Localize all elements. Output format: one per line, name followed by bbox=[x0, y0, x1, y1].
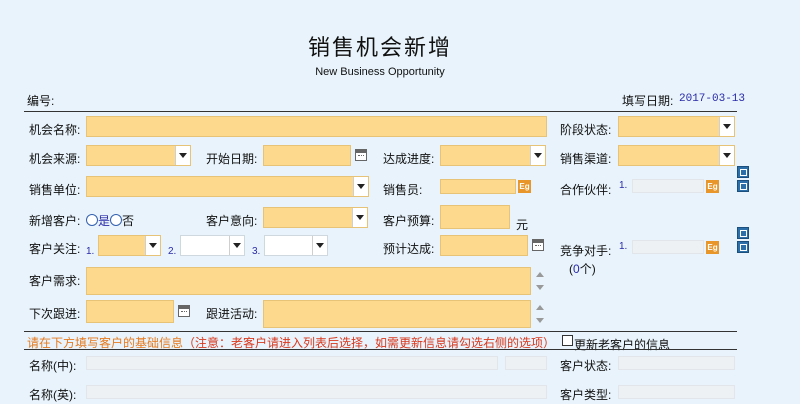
radio-yes[interactable] bbox=[86, 214, 98, 226]
budget-input[interactable] bbox=[440, 205, 510, 229]
next-follow-label: 下次跟进: bbox=[29, 307, 81, 321]
add-icon[interactable] bbox=[737, 180, 749, 192]
popup-icon[interactable] bbox=[737, 166, 749, 178]
competitor-label: 竞争对手: bbox=[560, 244, 612, 258]
chevron-down-icon bbox=[719, 146, 734, 165]
budget-label: 客户预算: bbox=[383, 214, 435, 228]
competitor-count: (0个) bbox=[569, 260, 596, 277]
channel-label: 销售渠道: bbox=[560, 152, 612, 166]
name-en-label: 名称(英): bbox=[29, 388, 77, 402]
scroll-up-icon[interactable] bbox=[535, 269, 545, 279]
new-customer-options: 是否 bbox=[86, 212, 134, 229]
customer-status-input[interactable] bbox=[618, 356, 735, 370]
page-title: 销售机会新增 bbox=[307, 35, 452, 60]
header-divider bbox=[24, 111, 737, 112]
focus-index-2: 2. bbox=[168, 246, 177, 257]
name-cn-extra-input[interactable] bbox=[505, 356, 547, 370]
name-cn-label: 名称(中): bbox=[29, 359, 77, 373]
follow-activity-textarea[interactable] bbox=[263, 300, 531, 328]
radio-no-label: 否 bbox=[122, 214, 135, 228]
scroll-up-icon[interactable] bbox=[535, 302, 545, 312]
customer-type-label: 客户类型: bbox=[560, 388, 612, 402]
follow-activity-label: 跟进活动: bbox=[206, 307, 258, 321]
sales-unit-select[interactable] bbox=[86, 176, 369, 197]
opp-name-input[interactable] bbox=[86, 116, 547, 137]
start-date-input[interactable] bbox=[263, 145, 351, 166]
opp-name-label: 机会名称: bbox=[29, 123, 81, 137]
chevron-down-icon bbox=[229, 236, 244, 255]
popup-icon[interactable] bbox=[737, 227, 749, 239]
radio-yes-label: 是 bbox=[98, 214, 111, 228]
competitor-input[interactable] bbox=[632, 240, 704, 254]
radio-no[interactable] bbox=[110, 214, 123, 226]
notice-main: 请在下方填写客户的基础信息 bbox=[27, 336, 184, 350]
need-label: 客户需求: bbox=[29, 274, 81, 288]
budget-unit: 元 bbox=[516, 218, 529, 232]
page-subtitle: New Business Opportunity bbox=[315, 66, 445, 78]
section-divider bbox=[24, 349, 737, 350]
update-old-customer-label: 更新老客户的信息 bbox=[574, 338, 671, 352]
update-old-customer-checkbox[interactable] bbox=[562, 335, 573, 346]
progress-label: 达成进度: bbox=[383, 152, 435, 166]
partner-input[interactable] bbox=[632, 179, 704, 193]
fill-date-label: 填写日期: bbox=[622, 94, 674, 108]
calendar-icon[interactable] bbox=[532, 239, 544, 251]
chevron-down-icon bbox=[312, 236, 327, 255]
lookup-icon[interactable]: Eg bbox=[706, 180, 719, 193]
expected-date-input[interactable] bbox=[440, 235, 528, 256]
sales-unit-label: 销售单位: bbox=[29, 183, 81, 197]
focus-index-3: 3. bbox=[252, 246, 261, 257]
competitor-index: 1. bbox=[619, 241, 628, 252]
customer-type-input[interactable] bbox=[618, 385, 735, 399]
intent-label: 客户意向: bbox=[206, 214, 258, 228]
channel-select[interactable] bbox=[618, 145, 735, 166]
next-follow-date-input[interactable] bbox=[86, 300, 174, 323]
chevron-down-icon bbox=[145, 236, 160, 255]
salesperson-label: 销售员: bbox=[383, 183, 423, 197]
intent-select[interactable] bbox=[263, 207, 368, 228]
partner-label: 合作伙伴: bbox=[560, 183, 612, 197]
chevron-down-icon bbox=[719, 117, 734, 136]
focus-label: 客户关注: bbox=[29, 242, 81, 256]
focus-index-1: 1. bbox=[86, 246, 95, 257]
calendar-icon[interactable] bbox=[178, 305, 190, 317]
stage-label: 阶段状态: bbox=[560, 123, 612, 137]
section-divider bbox=[24, 331, 737, 332]
fill-date-value: 2017-03-13 bbox=[679, 93, 746, 105]
new-customer-label: 新增客户: bbox=[29, 214, 81, 228]
chevron-down-icon bbox=[530, 146, 545, 165]
chevron-down-icon bbox=[353, 177, 368, 196]
notice-detail: （注意：老客户请进入列表后选择，如需更新信息请勾选右侧的选项） bbox=[183, 336, 556, 350]
scroll-down-icon[interactable] bbox=[535, 316, 545, 326]
partner-index: 1. bbox=[619, 180, 628, 191]
name-cn-input[interactable] bbox=[86, 356, 498, 370]
customer-status-label: 客户状态: bbox=[560, 359, 612, 373]
source-label: 机会来源: bbox=[29, 152, 81, 166]
need-textarea[interactable] bbox=[86, 267, 531, 295]
chevron-down-icon bbox=[175, 146, 190, 165]
chevron-down-icon bbox=[352, 208, 367, 227]
focus-select-2[interactable] bbox=[180, 235, 245, 256]
focus-select-3[interactable] bbox=[264, 235, 328, 256]
source-select[interactable] bbox=[86, 145, 191, 166]
scroll-down-icon[interactable] bbox=[535, 283, 545, 293]
progress-select[interactable] bbox=[440, 145, 546, 166]
focus-select-1[interactable] bbox=[98, 235, 161, 256]
name-en-input[interactable] bbox=[86, 385, 547, 399]
lookup-icon[interactable]: Eg bbox=[706, 241, 719, 254]
start-date-label: 开始日期: bbox=[206, 152, 258, 166]
add-icon[interactable] bbox=[737, 241, 749, 253]
lookup-icon[interactable]: Eg bbox=[518, 180, 531, 193]
competitor-count-suffix: 个) bbox=[579, 262, 596, 276]
calendar-icon[interactable] bbox=[355, 149, 367, 161]
competitor-count-value: 0 bbox=[573, 262, 580, 276]
number-label: 编号: bbox=[27, 94, 55, 108]
salesperson-input[interactable] bbox=[440, 179, 516, 194]
stage-select[interactable] bbox=[618, 116, 735, 137]
expected-label: 预计达成: bbox=[383, 242, 435, 256]
